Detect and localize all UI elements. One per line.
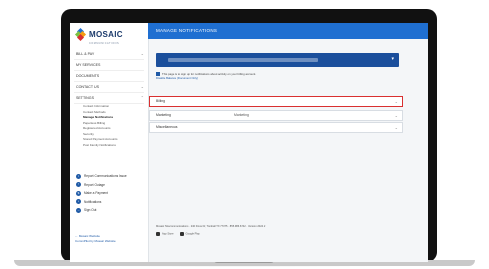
sidebar-item-contact-us[interactable]: CONTACT US ⌄: [74, 82, 144, 93]
sidebar: MOSAIC COMMUNICATIONS BILL & PAY ⌄ MY SE…: [70, 23, 149, 262]
action-label: Make a Payment: [84, 191, 108, 196]
sidebar-item-documents[interactable]: DOCUMENTS: [74, 71, 144, 82]
chevron-down-icon: ⌄: [140, 51, 144, 56]
caret-down-icon: ▾: [391, 56, 394, 62]
section-label: Marketing: [156, 113, 171, 117]
page-header: MANAGE NOTIFICATIONS: [148, 23, 428, 39]
action-label: Report Outage: [84, 182, 105, 187]
sidebar-item-label: MY SERVICES: [76, 63, 101, 67]
report-outage-button[interactable]: ! Report Outage: [74, 181, 144, 190]
section-value: Marketing: [234, 113, 249, 117]
dollar-icon: $: [76, 190, 81, 196]
chevron-down-icon: ⌄: [394, 113, 398, 118]
action-label: Report Communications Issue: [84, 174, 127, 179]
logo-text: MOSAIC: [89, 29, 123, 39]
notice-text: This page is to sign up for notification…: [156, 72, 316, 80]
brand-logo[interactable]: MOSAIC COMMUNICATIONS: [74, 27, 123, 45]
sidebar-item-label: DOCUMENTS: [76, 74, 100, 78]
section-billing[interactable]: Billing ⌄: [149, 96, 403, 107]
section-miscellaneous[interactable]: Miscellaneous ⌄: [149, 122, 403, 133]
section-marketing[interactable]: Marketing Marketing ⌄: [149, 110, 403, 121]
mosaic-logo-icon: [74, 27, 87, 42]
footer-address: Mosaic Telecommunications · 240 Ficus Dr…: [156, 225, 266, 228]
bell-icon: •: [76, 199, 81, 205]
app-store-link[interactable]: App Store: [156, 232, 174, 236]
account-selector[interactable]: ▾: [156, 53, 399, 67]
chevron-up-icon: ⌃: [140, 95, 144, 100]
sidebar-item-bill-pay[interactable]: BILL & PAY ⌄: [74, 49, 144, 60]
page-title: MANAGE NOTIFICATIONS: [156, 28, 218, 33]
logo-subtext: COMMUNICATIONS: [89, 41, 120, 45]
account-name-redacted: [168, 58, 318, 62]
sidebar-item-my-services[interactable]: MY SERVICES: [74, 60, 144, 71]
sidebar-item-label: CONTACT US: [76, 85, 100, 89]
sidebar-actions: i Report Communications Issue ! Report O…: [74, 172, 144, 215]
sign-out-icon: →: [76, 207, 81, 213]
sign-out-button[interactable]: → Sign Out: [74, 206, 144, 215]
action-label: Notifications: [84, 199, 102, 204]
apple-icon: [156, 232, 160, 236]
chevron-down-icon: ⌄: [394, 99, 398, 104]
chevron-down-icon: ⌄: [394, 125, 398, 130]
info-icon: i: [76, 173, 81, 179]
sidebar-item-settings[interactable]: SETTINGS ⌃: [74, 93, 144, 104]
commpilot-website-link[interactable]: CommPilot by Mosaic Website: [75, 239, 116, 244]
sidebar-item-label: SETTINGS: [76, 96, 94, 100]
google-play-link[interactable]: Google Play: [179, 232, 200, 236]
section-label: Miscellaneous: [156, 125, 178, 129]
google-play-label: Google Play: [185, 232, 200, 236]
make-a-payment-button[interactable]: $ Make a Payment: [74, 189, 144, 198]
sidebar-links: ← Mosaic Website CommPilot by Mosaic Web…: [75, 234, 116, 244]
sidebar-nav: BILL & PAY ⌄ MY SERVICES DOCUMENTS CONTA…: [74, 49, 144, 215]
section-label: Billing: [156, 99, 166, 103]
settings-submenu: Contact Information Contact Methods Mana…: [74, 104, 144, 148]
app-store-label: App Store: [162, 232, 174, 236]
action-label: Sign Out: [84, 208, 97, 213]
report-communications-issue-button[interactable]: i Report Communications Issue: [74, 172, 144, 181]
sidebar-item-label: BILL & PAY: [76, 52, 95, 56]
footer-app-links: App Store Google Play: [156, 232, 406, 236]
alert-icon: !: [76, 182, 81, 188]
chevron-down-icon: ⌄: [140, 84, 144, 89]
page-footer: Mosaic Telecommunications · 240 Ficus Dr…: [156, 225, 406, 236]
google-play-icon: [179, 232, 184, 236]
disable-balance-link[interactable]: Disable Balance (Document Only): [156, 76, 198, 80]
notifications-button[interactable]: • Notifications: [74, 198, 144, 207]
laptop-screen: MOSAIC COMMUNICATIONS BILL & PAY ⌄ MY SE…: [70, 23, 428, 262]
logo-text-block: MOSAIC COMMUNICATIONS: [89, 24, 123, 45]
